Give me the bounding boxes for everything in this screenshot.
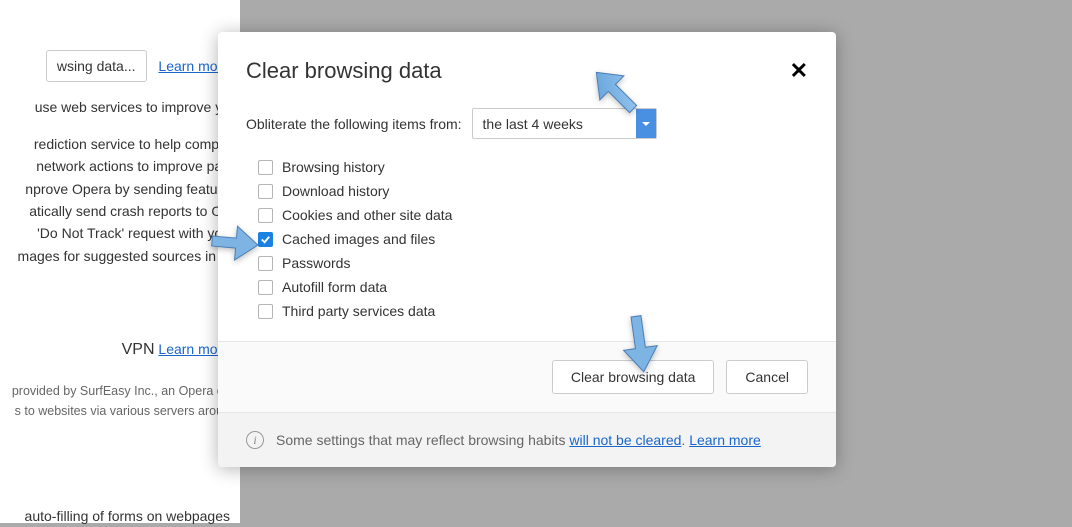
checkbox-row[interactable]: Passwords	[258, 251, 808, 275]
checkbox-label: Cached images and files	[282, 231, 435, 247]
will-not-be-cleared-link[interactable]: will not be cleared	[569, 432, 681, 448]
checkbox-label: Cookies and other site data	[282, 207, 452, 223]
checkbox-label: Download history	[282, 183, 389, 199]
cancel-button[interactable]: Cancel	[726, 360, 808, 394]
checkbox[interactable]	[258, 184, 273, 199]
checkbox-label: Browsing history	[282, 159, 385, 175]
clear-options-list: Browsing history Download history Cookies …	[218, 153, 836, 341]
checkbox-row[interactable]: Download history	[258, 179, 808, 203]
checkbox[interactable]	[258, 280, 273, 295]
checkbox[interactable]	[258, 208, 273, 223]
checkbox-label: Autofill form data	[282, 279, 387, 295]
checkbox-label: Third party services data	[282, 303, 435, 319]
close-icon[interactable]: ✕	[790, 60, 808, 82]
time-range-selected-value: the last 4 weeks	[473, 116, 636, 132]
dialog-info-footer: i Some settings that may reflect browsin…	[218, 412, 836, 467]
footer-learn-more-link[interactable]: Learn more	[689, 432, 761, 448]
checkbox[interactable]	[258, 304, 273, 319]
dialog-title: Clear browsing data	[246, 58, 442, 84]
checkbox-row[interactable]: Autofill form data	[258, 275, 808, 299]
checkbox-row[interactable]: Third party services data	[258, 299, 808, 323]
checkbox[interactable]	[258, 232, 273, 247]
chevron-down-icon	[636, 109, 656, 138]
checkbox-row[interactable]: Cached images and files	[258, 227, 808, 251]
info-icon: i	[246, 431, 264, 449]
checkbox-row[interactable]: Browsing history	[258, 155, 808, 179]
clear-data-button[interactable]: Clear browsing data	[552, 360, 715, 394]
dialog-action-bar: Clear browsing data Cancel	[218, 341, 836, 412]
checkbox[interactable]	[258, 160, 273, 175]
checkbox-label: Passwords	[282, 255, 350, 271]
time-range-label: Obliterate the following items from:	[246, 116, 462, 132]
footer-text: Some settings that may reflect browsing …	[276, 432, 569, 448]
time-range-dropdown[interactable]: the last 4 weeks	[472, 108, 657, 139]
checkbox-row[interactable]: Cookies and other site data	[258, 203, 808, 227]
checkbox[interactable]	[258, 256, 273, 271]
clear-browsing-data-dialog: Clear browsing data ✕ Obliterate the fol…	[218, 32, 836, 467]
